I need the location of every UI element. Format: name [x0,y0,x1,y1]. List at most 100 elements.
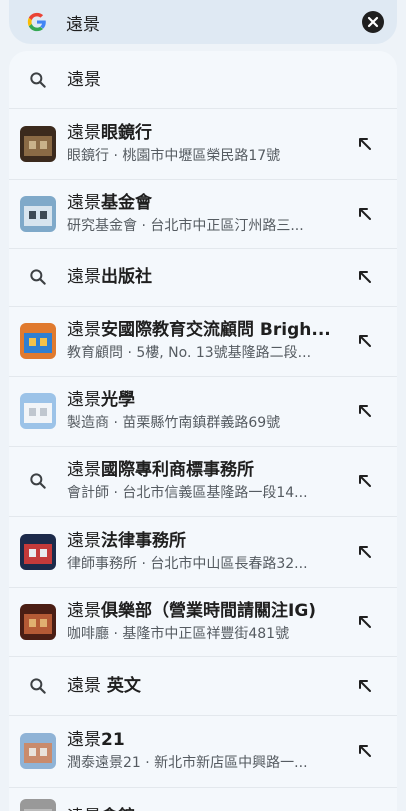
suggestion-prefix: 遠景 [67,122,101,143]
suggestion-completion: 安國際教育交流顧問 Brigh... [101,320,331,340]
suggestion-leading [9,267,67,287]
fill-query-arrow-icon [359,335,371,347]
place-suggestion[interactable]: 遠景安國際教育交流顧問 Brigh... 教育顧問 · 5樓, No. 13號基隆… [9,306,397,377]
suggestion-completion: 21 [101,730,125,750]
place-suggestion[interactable]: 遠景俱樂部（營業時間請關注IG) 咖啡廳 · 基隆市中正區祥豐街481號 [9,587,397,657]
suggestion-leading [9,676,67,696]
suggestion-leading [9,393,67,429]
place-thumbnail [20,733,56,769]
query-suggestion[interactable]: 遠景出版社 [9,248,397,307]
suggestion-completion: 眼鏡行 [101,122,152,143]
suggestion-title: 遠景出版社 [67,266,353,288]
suggestion-completion: 英文 [101,675,141,696]
fill-query-button[interactable] [357,678,397,694]
suggestion-leading [9,323,67,359]
place-thumbnail [20,533,56,570]
fill-query-button[interactable] [357,473,397,489]
place-thumbnail [20,195,56,232]
place-suggestion[interactable]: 遠景光學製造商 · 苗栗縣竹南鎮群義路69號 [9,376,397,447]
suggestion-completion: 基金會 [101,192,152,213]
suggestion-text: 遠景出版社 [67,266,357,288]
suggestion-leading [9,533,67,570]
suggestion-text: 遠景國際專利商標事務所 會計師 · 台北市信義區基隆路一段14... [67,459,357,503]
suggestion-leading [9,603,67,640]
suggestion-completion: 光學 [101,390,135,410]
suggestion-subtitle: 眼鏡行 · 桃園市中壢區榮民路17號 [67,147,281,164]
fill-query-arrow-icon [359,545,371,558]
suggestion-text: 遠景安國際教育交流顧問 Brigh... 教育顧問 · 5樓, No. 13號基隆… [67,319,357,363]
suggestion-text: 遠景21 潤泰遠景21 · 新北市新店區中興路一... [67,729,357,773]
fill-query-arrow-icon [359,745,371,757]
fill-query-arrow-icon [359,207,371,220]
place-suggestion[interactable]: 遠景眼鏡行眼鏡行 · 桃園市中壢區榮民路17號 [9,108,397,180]
search-icon [30,677,46,694]
fill-query-button[interactable] [357,136,397,152]
fill-query-button[interactable] [357,403,397,419]
suggestion-leading [9,733,67,769]
suggestion-title: 遠景 [67,69,393,91]
place-thumbnail [20,799,56,811]
fill-query-button[interactable] [357,614,397,630]
suggestion-completion: 出版社 [101,267,152,287]
suggestion-subtitle: 研究基金會 · 台北市中正區汀州路三... [67,217,304,234]
suggestion-text: 遠景法律事務所律師事務所 · 台北市中山區長春路32... [67,530,357,574]
fill-query-button[interactable] [357,269,397,285]
suggestion-subtitle: 教育顧問 · 5樓, No. 13號基隆路二段... [67,345,312,361]
query-suggestion[interactable]: 遠景 英文 [9,656,397,716]
suggestion-leading [9,471,67,491]
suggestion-text: 遠景光學製造商 · 苗栗縣竹南鎮群義路69號 [67,389,357,433]
place-suggestion[interactable]: 遠景21 潤泰遠景21 · 新北市新店區中興路一... [9,715,397,788]
close-icon [367,16,379,28]
suggestion-title: 遠景會館 [67,806,353,811]
fill-query-arrow-icon [359,405,371,417]
search-icon [30,473,46,489]
suggestion-subtitle: 咖啡廳 · 基隆市中正區祥豐街481號 [67,625,290,642]
fill-query-arrow-icon [359,475,371,487]
suggestion-title: 遠景21 [67,729,353,751]
suggestion-text: 遠景眼鏡行眼鏡行 · 桃園市中壢區榮民路17號 [67,122,357,166]
suggestion-leading [9,125,67,162]
suggestion-title: 遠景國際專利商標事務所 [67,459,353,481]
suggestion-subtitle: 製造商 · 苗栗縣竹南鎮群義路69號 [67,415,281,431]
search-query[interactable]: 遠景 [66,10,362,35]
suggestion-prefix: 遠景 [67,320,101,340]
fill-query-arrow-icon [359,137,371,150]
suggestion-title: 遠景俱樂部（營業時間請關注IG) [67,600,353,622]
clear-search-button[interactable] [362,11,384,33]
suggestion-title: 遠景法律事務所 [67,530,353,552]
suggestion-title: 遠景基金會 [67,192,353,214]
suggestion-leading [9,195,67,232]
suggestion-prefix: 遠景 [67,192,101,213]
suggestion-text: 遠景俱樂部（營業時間請關注IG) 咖啡廳 · 基隆市中正區祥豐街481號 [67,600,357,644]
suggestion-prefix: 遠景 [67,530,101,551]
place-thumbnail [20,323,56,359]
suggestion-subtitle: 律師事務所 · 台北市中山區長春路32... [67,555,308,572]
suggestion-leading [9,799,67,811]
place-thumbnail [20,125,56,162]
search-bar[interactable]: 遠景 [9,0,397,44]
suggestion-title: 遠景 英文 [67,675,353,697]
fill-query-arrow-icon [359,271,371,283]
query-suggestion[interactable]: 遠景 [9,51,397,109]
place-suggestion[interactable]: 遠景法律事務所律師事務所 · 台北市中山區長春路32... [9,516,397,588]
suggestion-title: 遠景安國際教育交流顧問 Brigh... [67,319,353,341]
fill-query-button[interactable] [357,206,397,222]
fill-query-arrow-icon [359,615,371,628]
suggestion-text: 遠景 [67,69,397,91]
suggestion-prefix: 遠景 [67,267,101,287]
suggestion-prefix: 遠景 [67,730,101,750]
fill-query-button[interactable] [357,333,397,349]
search-icon [30,269,46,285]
suggestion-title: 遠景光學 [67,389,353,411]
suggestion-prefix: 遠景 [67,390,101,410]
place-suggestion[interactable]: 遠景基金會研究基金會 · 台北市中正區汀州路三... [9,179,397,249]
fill-query-button[interactable] [357,743,397,759]
query-suggestion[interactable]: 遠景國際專利商標事務所 會計師 · 台北市信義區基隆路一段14... [9,446,397,517]
suggestion-prefix: 遠景 [67,460,101,480]
fill-query-button[interactable] [357,544,397,560]
suggestion-text: 遠景會館 [67,806,357,811]
suggestion-prefix: 遠景 [67,69,101,90]
suggestion-leading [9,70,67,90]
place-thumbnail [20,393,56,429]
place-suggestion[interactable]: 遠景會館 [9,787,397,811]
